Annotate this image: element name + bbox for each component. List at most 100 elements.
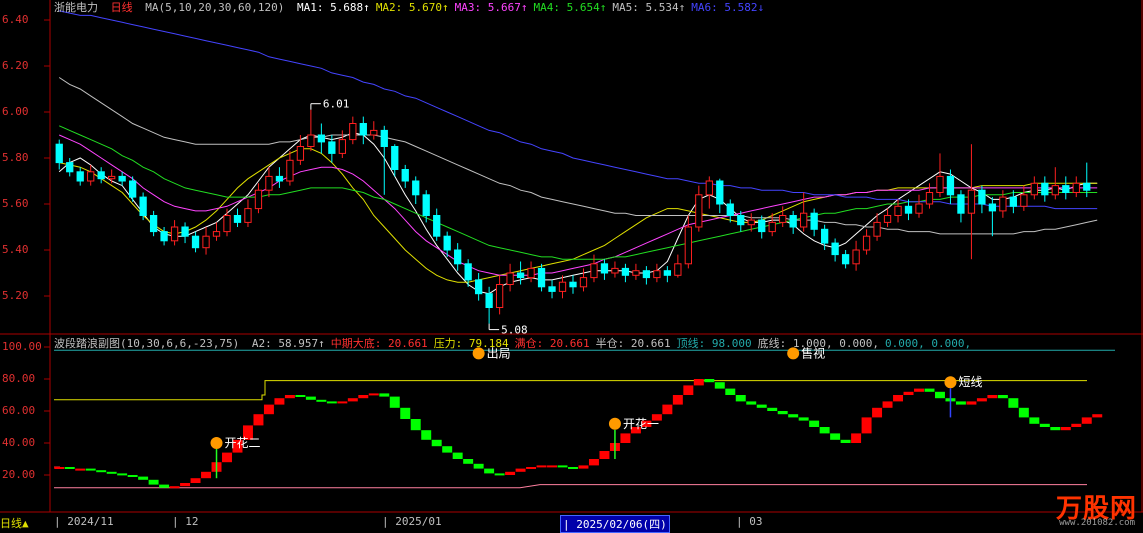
indicator-bar (1081, 417, 1092, 424)
indicator-name[interactable]: 波段踏浪副图(10,30,6,6,-23,75) (54, 337, 239, 350)
candle-body (852, 249, 860, 265)
indicator-bar (463, 459, 474, 464)
candle (317, 123, 326, 154)
candle (1030, 176, 1038, 200)
period-toggle-button[interactable]: 日线▲ (0, 515, 29, 531)
candle (527, 261, 535, 283)
ma-value-5: MA5: 5.534↑ (612, 1, 686, 14)
candle-body (464, 263, 472, 281)
indicator-bar (117, 473, 128, 476)
candle (653, 263, 661, 283)
candle (988, 197, 997, 237)
candle (558, 275, 567, 299)
candle-body (97, 171, 105, 180)
main-y-tick: 5.60 (2, 197, 29, 210)
candle-body (988, 203, 997, 212)
indicator-bar (494, 473, 505, 476)
ma-line-ma1 (58, 132, 1098, 295)
candle-body (978, 189, 986, 205)
candle-body (76, 171, 84, 182)
indicator-bar (1060, 427, 1071, 431)
candle (370, 121, 378, 140)
candle-body (737, 215, 745, 226)
candle (611, 261, 619, 278)
indicator-bar (767, 407, 778, 411)
indicator-bar (620, 433, 631, 443)
indicator-bar (819, 427, 830, 434)
indicator-bar (547, 465, 558, 468)
candle-body (118, 175, 126, 182)
indicator-bar (997, 395, 1008, 399)
indicator-bar (914, 388, 924, 392)
candle (684, 215, 692, 269)
indicator-value-7: 底线: 1.000, 0.000, (757, 337, 879, 350)
indicator-bar (714, 382, 725, 389)
ma-value-6: MA6: 5.582↓ (691, 1, 765, 14)
candle (726, 199, 734, 223)
candle-body (506, 272, 514, 285)
candle-body (338, 139, 346, 154)
candle (548, 279, 556, 299)
indicator-bar (788, 414, 799, 418)
candle-body (716, 180, 724, 205)
indicator-bar (190, 478, 201, 483)
candle (579, 268, 588, 292)
indicator-bar (201, 471, 212, 479)
candle-body (1030, 182, 1038, 196)
indicator-bar (903, 391, 914, 395)
indicator-bar (337, 401, 348, 404)
indicator-bar (64, 467, 75, 469)
candle (495, 275, 504, 315)
main-y-tick: 5.80 (2, 151, 29, 164)
ma-value-1: MA1: 5.688↑ (296, 1, 370, 14)
candle (800, 192, 808, 232)
candle (862, 229, 871, 255)
candle (66, 158, 74, 177)
candle (265, 167, 273, 198)
candle (894, 199, 902, 223)
indicator-y-tick: 100.00 (2, 340, 42, 353)
candle (957, 190, 965, 223)
indicator-bar (1029, 417, 1040, 424)
indicator-bar (557, 465, 568, 468)
candle-body (1041, 182, 1049, 196)
indicator-bar (536, 465, 547, 468)
indicator-bar (966, 401, 977, 405)
candle-body (307, 134, 315, 147)
indicator-y-tick: 60.00 (2, 404, 36, 417)
candle-body (412, 180, 420, 196)
candle-body (894, 205, 902, 217)
indicator-bar (934, 391, 945, 399)
candle (600, 259, 609, 280)
candle (1072, 176, 1080, 198)
indicator-bar (777, 411, 788, 415)
candle-body (454, 249, 462, 265)
candle-body (758, 219, 766, 233)
indicator-value-1: A2: 58.957↑ (251, 337, 325, 350)
candle-body (862, 235, 871, 251)
period-label[interactable]: 日线 (111, 1, 133, 14)
x-axis-label: | 2025/01 (382, 515, 442, 528)
candle-body (653, 270, 661, 279)
indicator-bar (1008, 398, 1019, 408)
indicator-bar (1050, 427, 1061, 431)
candle-body (139, 196, 147, 217)
candle (97, 167, 105, 184)
indicator-bar (75, 468, 86, 471)
candle (55, 139, 63, 170)
candle-body (642, 270, 651, 279)
candle-body (160, 231, 168, 242)
price-annotation: 6.01 (310, 98, 349, 111)
indicator-bar (96, 470, 107, 473)
signal-annotation: 开花一 (608, 416, 659, 459)
candle-body (957, 194, 965, 214)
stock-name[interactable]: 浙能电力 (54, 1, 98, 14)
indicator-bar (442, 446, 453, 453)
candle-body (831, 242, 839, 256)
candle (118, 171, 126, 186)
candle-body (705, 180, 713, 196)
indicator-annotations: 开花二出局开花一售视短线 (210, 345, 982, 479)
x-axis-selected-date[interactable]: | 2025/02/06(四) (560, 515, 670, 533)
candle (76, 167, 84, 186)
candle-body (779, 215, 787, 223)
